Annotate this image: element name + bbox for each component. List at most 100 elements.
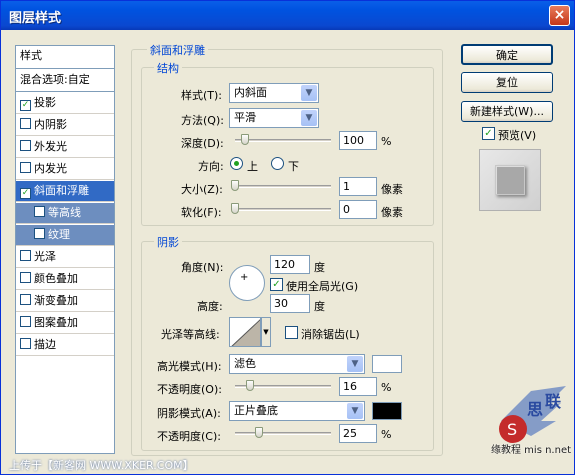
- style-item-checkbox[interactable]: [34, 206, 45, 217]
- highlight-opacity-slider-thumb[interactable]: [246, 380, 255, 391]
- gloss-contour-picker[interactable]: [229, 317, 261, 347]
- style-item-label: 斜面和浮雕: [34, 184, 89, 197]
- structure-title: 结构: [154, 60, 182, 76]
- style-item-checkbox[interactable]: [20, 338, 31, 349]
- shadow-opacity-label: 不透明度(C):: [157, 430, 221, 443]
- highlight-opacity-input[interactable]: 16: [339, 377, 377, 396]
- style-item-checkbox[interactable]: ✓: [20, 188, 31, 199]
- style-item-checkbox[interactable]: [20, 294, 31, 305]
- chevron-down-icon: ▼: [347, 403, 363, 419]
- shadow-opacity-slider-track[interactable]: [235, 432, 331, 435]
- style-item[interactable]: 颜色叠加: [16, 269, 114, 290]
- direction-up-label[interactable]: 上: [247, 158, 258, 174]
- style-item[interactable]: 外发光: [16, 137, 114, 158]
- style-item[interactable]: 内阴影: [16, 115, 114, 136]
- style-item[interactable]: 内发光: [16, 159, 114, 180]
- angle-unit: 度: [314, 261, 325, 274]
- technique-select[interactable]: 平滑 ▼: [229, 108, 319, 128]
- size-input[interactable]: 1: [339, 177, 377, 196]
- shadow-opacity-slider-thumb[interactable]: [255, 427, 263, 438]
- highlight-mode-label: 高光模式(H):: [157, 360, 222, 373]
- layer-style-dialog: 图层样式 × 样式 混合选项:自定 ✓ 投影 内阴影 外发光 内发光 ✓ 斜面和浮雕 等高线纹…: [0, 0, 575, 475]
- title-bar[interactable]: 图层样式 ×: [1, 1, 574, 30]
- contour-dropdown-icon[interactable]: ▼: [261, 317, 271, 347]
- style-item-label: 外发光: [34, 140, 67, 153]
- style-item[interactable]: 光泽: [16, 247, 114, 268]
- ok-button[interactable]: 确定: [461, 44, 553, 65]
- style-select[interactable]: 内斜面 ▼: [229, 83, 319, 103]
- angle-dial[interactable]: +: [229, 265, 265, 301]
- altitude-unit: 度: [314, 300, 325, 313]
- global-light-checkbox[interactable]: ✓: [270, 278, 283, 291]
- direction-up-radio[interactable]: [230, 157, 243, 170]
- antialias-label[interactable]: 消除锯齿(L): [301, 326, 360, 342]
- svg-text:联: 联: [545, 392, 561, 411]
- styles-list: 样式 混合选项:自定 ✓ 投影 内阴影 外发光 内发光 ✓ 斜面和浮雕 等高线 纹理 光泽 颜色叠加…: [15, 45, 115, 454]
- style-item[interactable]: 描边: [16, 335, 114, 356]
- depth-label: 深度(D):: [181, 137, 224, 150]
- shadow-mode-select[interactable]: 正片叠底 ▼: [229, 401, 365, 421]
- direction-label: 方向:: [198, 160, 224, 173]
- style-item-label: 颜色叠加: [34, 272, 78, 285]
- style-item-checkbox[interactable]: [20, 140, 31, 151]
- soften-slider-thumb[interactable]: [231, 203, 239, 214]
- style-preview-swatch: [479, 149, 541, 211]
- style-label: 样式(T):: [181, 89, 223, 102]
- highlight-color-swatch[interactable]: [372, 355, 402, 373]
- svg-text:思: 思: [527, 400, 543, 419]
- global-light-label[interactable]: 使用全局光(G): [286, 278, 358, 294]
- angle-label: 角度(N):: [181, 261, 224, 274]
- reset-button[interactable]: 复位: [461, 72, 553, 93]
- close-button[interactable]: ×: [549, 5, 570, 26]
- style-item-label: 光泽: [34, 250, 56, 263]
- style-item-checkbox[interactable]: [20, 162, 31, 173]
- preview-label[interactable]: 预览(V): [498, 127, 536, 143]
- style-item-checkbox[interactable]: [20, 316, 31, 327]
- soften-input[interactable]: 0: [339, 200, 377, 219]
- style-item-label: 描边: [34, 338, 56, 351]
- style-item-checkbox[interactable]: [20, 250, 31, 261]
- depth-input[interactable]: 100: [339, 131, 377, 150]
- blend-options-item[interactable]: 混合选项:自定: [16, 70, 114, 92]
- shadow-color-swatch[interactable]: [372, 402, 402, 420]
- style-item-checkbox[interactable]: [20, 272, 31, 283]
- direction-down-radio[interactable]: [271, 157, 284, 170]
- style-item[interactable]: ✓ 斜面和浮雕: [16, 181, 114, 202]
- size-slider-thumb[interactable]: [231, 180, 239, 191]
- shadow-opacity-unit: %: [381, 428, 392, 441]
- style-item[interactable]: 纹理: [16, 225, 114, 246]
- style-item[interactable]: 渐变叠加: [16, 291, 114, 312]
- style-item[interactable]: ✓ 投影: [16, 93, 114, 114]
- antialias-checkbox[interactable]: [285, 326, 298, 339]
- shadow-opacity-input[interactable]: 25: [339, 424, 377, 443]
- style-item[interactable]: 等高线: [16, 203, 114, 224]
- watermark-right-text: 缘教程 mis n.net: [491, 445, 572, 456]
- altitude-label: 高度:: [197, 300, 223, 313]
- watermark-text: 上传于【新客网 WWW.XKER.COM】: [9, 459, 194, 472]
- style-item-label: 渐变叠加: [34, 294, 78, 307]
- contour-curve-icon: [231, 319, 260, 346]
- style-item-checkbox[interactable]: [20, 118, 31, 129]
- size-slider-track[interactable]: [235, 185, 331, 188]
- window-title: 图层样式: [9, 11, 62, 26]
- highlight-opacity-label: 不透明度(O):: [157, 383, 222, 396]
- styles-header[interactable]: 样式: [16, 46, 114, 69]
- style-item-checkbox[interactable]: ✓: [20, 100, 31, 111]
- preview-checkbox[interactable]: ✓: [482, 127, 495, 140]
- soften-unit: 像素: [381, 206, 403, 219]
- shadow-mode-value: 正片叠底: [234, 404, 278, 417]
- style-item-label: 图案叠加: [34, 316, 78, 329]
- direction-down-label[interactable]: 下: [288, 158, 299, 174]
- depth-slider-thumb[interactable]: [240, 134, 249, 145]
- soften-slider-track[interactable]: [235, 208, 331, 211]
- new-style-button[interactable]: 新建样式(W)...: [461, 101, 553, 122]
- style-item[interactable]: 图案叠加: [16, 313, 114, 334]
- highlight-mode-select[interactable]: 滤色 ▼: [229, 354, 365, 374]
- highlight-mode-value: 滤色: [234, 357, 256, 370]
- shadow-mode-label: 阴影模式(A):: [157, 407, 221, 420]
- angle-input[interactable]: 120: [270, 255, 310, 274]
- altitude-input[interactable]: 30: [270, 294, 310, 313]
- watermark-logo: S 思 联 缘教程 mis n.net: [491, 381, 571, 471]
- depth-slider-track[interactable]: [235, 139, 331, 142]
- style-item-checkbox[interactable]: [34, 228, 45, 239]
